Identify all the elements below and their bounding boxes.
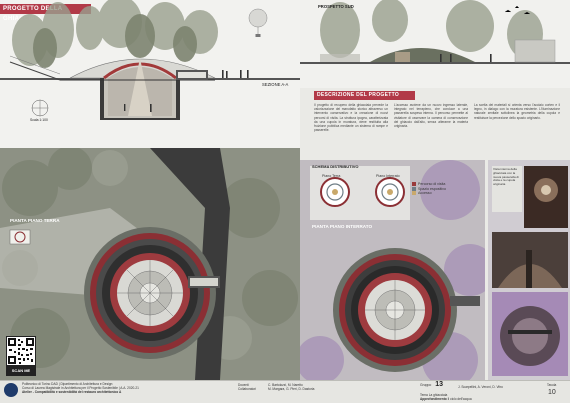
footer-names: C. Bartolozzi, M. Naretto M. Margara, G.…	[268, 383, 314, 391]
scan-label: SCAN ME	[11, 368, 31, 373]
lower-plan-area: SCHEMA DISTRIBUTIVO Piano Terra Piano In…	[300, 160, 496, 380]
collab-label: Collaboratori	[238, 387, 257, 392]
gruppo-label: Gruppo	[420, 383, 432, 387]
tavola-number: 10	[548, 389, 556, 396]
section-illustration	[0, 0, 300, 120]
tema-block: Tema La ghiacciaia Approfondimento Il ci…	[420, 393, 472, 401]
appro-label: Approfondimento	[420, 397, 447, 401]
group-members: J. Scarpellini, A. Veroni, D. Vitro	[458, 385, 503, 389]
left-page: PROGETTO DELLA GHIACCIAIA	[0, 0, 300, 380]
footer-institution: Politecnico di Torino DAD | Dipartimento…	[22, 382, 222, 394]
schema-subtitle-2: Piano Interrato	[376, 174, 400, 178]
legend-swatch	[412, 191, 416, 196]
legend-swatch	[412, 182, 416, 187]
footer-line-3: Atelier - Compatibilità e sostenibilità …	[22, 390, 122, 394]
render-caption: Vista interna della ghiacciaia con la nu…	[493, 167, 519, 187]
render-column: Vista interna della ghiacciaia con la nu…	[488, 160, 570, 380]
schema-title: SCHEMA DISTRIBUTIVO	[312, 164, 359, 169]
legend-label: Spazio espositivo	[418, 186, 446, 191]
description-col-3: La scelta dei materiali si orienta verso…	[474, 103, 560, 120]
qr-code-block[interactable]: SCAN ME	[6, 336, 36, 376]
schema-legend: Percorso di visita Spazio espositivo Acc…	[412, 182, 478, 196]
description-title: DESCRIZIONE DEL PROGETTO	[314, 91, 415, 100]
footer-docenti: Docenti Collaboratori	[238, 383, 256, 391]
scale-label: Scala 1:100	[30, 118, 48, 122]
aerial-site-plan: PIANTA PIANO TERRA SCAN ME	[0, 148, 300, 380]
university-logo-icon	[4, 383, 18, 397]
section-label: SEZIONE A-A	[262, 82, 289, 87]
legend-swatch	[412, 186, 416, 191]
legend-label: Percorso di visita	[418, 182, 446, 186]
appro-value: Il ciclo dell'acqua	[447, 397, 472, 401]
site-plan-illustration	[0, 148, 300, 380]
tavola-label: Tavola	[547, 383, 557, 387]
plan-label: PIANTA PIANO TERRA	[10, 218, 60, 223]
right-page: PROSPETTO SUD DESCRIZIONE DEL PROGETTO I…	[300, 0, 570, 380]
description-col-1: Il progetto di recupero della ghiacciaia…	[314, 103, 388, 133]
footer: Politecnico di Torino DAD | Dipartimento…	[0, 380, 570, 403]
section-drawing-area: PROGETTO DELLA GHIACCIAIA	[0, 0, 300, 148]
gruppo-block: Gruppo 13	[420, 381, 444, 388]
prospetto-title: PROSPETTO SUD	[318, 4, 354, 9]
gruppo-number: 13	[435, 381, 444, 388]
collab-names: M. Margara, G. Pieri, D. Dastoria	[268, 387, 315, 392]
schema-subtitle-1: Piano Terra	[322, 174, 341, 178]
interior-renders	[488, 160, 570, 380]
legend-label: Accesso	[418, 191, 432, 196]
underground-plan-label: PIANTA PIANO INTERRATO	[312, 224, 373, 229]
presentation-board: PROGETTO DELLA GHIACCIAIA	[0, 0, 570, 403]
qr-code-icon	[7, 337, 35, 365]
description-col-2: L'accesso avviene da un nuovo ingresso l…	[394, 103, 468, 129]
elevation-illustration	[300, 0, 570, 88]
legend-item: Accesso	[412, 191, 478, 196]
